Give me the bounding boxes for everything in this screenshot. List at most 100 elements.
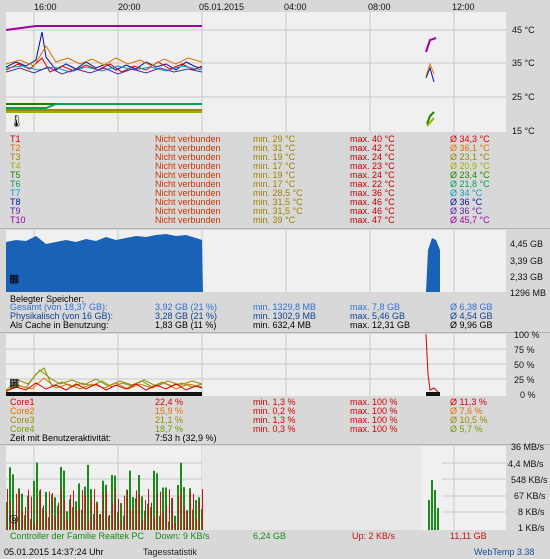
cpu-axis-label: 25 % — [514, 375, 535, 385]
net-up-bar — [148, 489, 149, 530]
cpu-axis-label: 50 % — [514, 360, 535, 370]
mem-max: max. 12,31 GB — [350, 320, 411, 330]
net-up-bar — [166, 505, 167, 530]
net-up-bar — [40, 489, 41, 530]
net-up-bar — [121, 521, 122, 530]
net-up-bar — [52, 493, 53, 530]
net-up-bar — [136, 490, 137, 530]
time-label: 20:00 — [118, 2, 141, 12]
net-up-bar — [7, 489, 8, 530]
net-up-bar — [22, 511, 23, 530]
cpu-axis-label: 100 % — [514, 330, 540, 340]
net-up-bar — [37, 497, 38, 530]
mem-axis-label: 3,39 GB — [510, 256, 544, 266]
net-up-bar — [154, 516, 155, 530]
net-up-bar — [25, 506, 26, 530]
net-up-bar — [184, 507, 185, 530]
memory-chip-icon: ▦ — [9, 273, 20, 285]
time-label: 12:00 — [452, 2, 475, 12]
time-label: 16:00 — [34, 2, 57, 12]
activity-value: 7:53 h (32,9 %) — [155, 433, 217, 443]
net-down: Down: 9 KB/s — [155, 531, 210, 541]
net-up-bar — [151, 502, 152, 530]
mem-value: 1,83 GB (11 %) — [155, 320, 217, 330]
footer-app-link[interactable]: WebTemp 3.38 — [474, 547, 534, 557]
mem-min: min. 632,4 MB — [253, 320, 312, 330]
net-up-bar — [157, 492, 158, 530]
net-up-bar — [196, 518, 197, 530]
footer-mode[interactable]: Tagesstatistik — [143, 547, 197, 557]
footer: 05.01.2015 14:37:24 Uhr Tagesstatistik W… — [0, 546, 550, 559]
net-down-bar — [428, 500, 430, 530]
net-up-bar — [160, 491, 161, 530]
net-up-bar — [127, 490, 128, 530]
net-up: Up: 2 KB/s — [352, 531, 396, 541]
net-up-bar — [82, 490, 83, 530]
net-up-bar — [109, 514, 110, 530]
network-icon: ◎ — [9, 513, 19, 525]
net-up-bar — [64, 500, 65, 530]
temp-axis-label: 35 °C — [512, 58, 535, 68]
net-up-bar — [67, 519, 68, 530]
net-up-bar — [175, 523, 176, 530]
memory-chart: ▦ — [6, 230, 506, 292]
net-up-bar — [145, 500, 146, 530]
net-up-bar — [88, 521, 89, 530]
core-avg: Ø 5,7 % — [450, 424, 483, 434]
activity-label: Zeit mit Benutzeraktivität: — [10, 433, 112, 443]
net-up-bar — [112, 504, 113, 530]
footer-datetime: 05.01.2015 14:37:24 Uhr — [4, 547, 104, 557]
sensor-min: min. 39 °C — [253, 215, 296, 225]
mem-axis-label: 1296 MB — [510, 288, 547, 298]
net-up-bar — [178, 496, 179, 530]
net-up-bar — [70, 494, 71, 530]
net-axis-label: 36 MB/s — [511, 442, 545, 452]
net-up-bar — [94, 489, 95, 530]
net-down-bar — [437, 508, 439, 530]
net-up-bar — [34, 523, 35, 530]
thermometer-icon: 🌡 — [9, 114, 25, 128]
network-chart: ◎ — [6, 446, 506, 530]
sensor-avg: Ø 45,7 °C — [450, 215, 490, 225]
net-up-bar — [79, 508, 80, 530]
core-min: min. 0,3 % — [253, 424, 296, 434]
net-up-bar — [190, 490, 191, 530]
time-label: 08:00 — [368, 2, 391, 12]
mem-name: Als Cache in Benutzung: — [10, 320, 109, 330]
mem-axis-label: 4,45 GB — [510, 239, 544, 249]
sensor-status: Nicht verbunden — [155, 215, 221, 225]
net-axis-label: 8 KB/s — [518, 507, 545, 517]
net-up-bar — [115, 489, 116, 530]
net-up-bar — [76, 510, 77, 530]
time-label: 05.01.2015 — [199, 2, 245, 12]
net-up-bar — [199, 501, 200, 530]
mem-axis-label: 2,33 GB — [510, 272, 544, 282]
net-up-bar — [85, 495, 86, 530]
net-axis-label: 4,4 MB/s — [508, 459, 544, 469]
net-axis-label: 67 KB/s — [514, 491, 546, 501]
net-down-bar — [434, 490, 436, 530]
net-up-bar — [118, 498, 119, 530]
net-up-bar — [73, 490, 74, 530]
net-up-bar — [49, 491, 50, 530]
core-max: max. 100 % — [350, 424, 398, 434]
sensor-max: max. 47 °C — [350, 215, 395, 225]
mem-avg: Ø 9,96 GB — [450, 320, 493, 330]
net-down-total: 6,24 GB — [253, 531, 287, 541]
net-up-bar — [100, 514, 101, 530]
net-axis-label: 1 KB/s — [518, 523, 545, 533]
cpu-chart: ▦ — [6, 334, 506, 396]
net-up-bar — [202, 489, 203, 530]
temp-axis-label: 15 °C — [512, 126, 535, 136]
net-up-bar — [181, 489, 182, 530]
net-up-bar — [103, 492, 104, 530]
net-up-bar — [130, 508, 131, 530]
time-label: 04:00 — [284, 2, 307, 12]
net-axis-label: 548 KB/s — [511, 475, 548, 485]
net-up-bar — [58, 502, 59, 530]
divider — [0, 444, 550, 445]
divider — [0, 332, 550, 333]
temperature-chart: 🌡 — [6, 12, 506, 132]
cpu-axis-label: 75 % — [514, 345, 535, 355]
net-up-bar — [55, 516, 56, 530]
